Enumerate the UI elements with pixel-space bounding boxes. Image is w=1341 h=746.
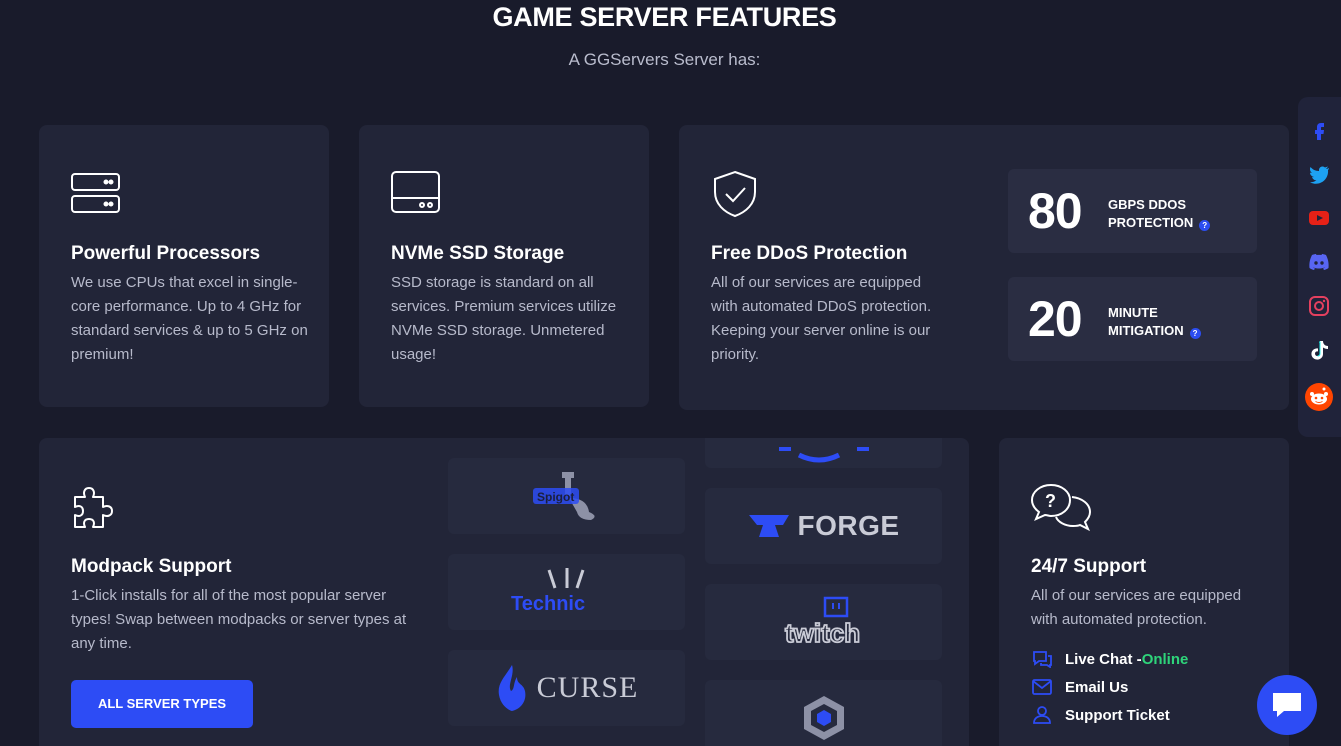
feature-title: Powerful Processors [71,243,261,264]
feature-card-storage: NVMe SSD Storage SSD storage is standard… [359,125,649,407]
chat-bubble-icon [1273,693,1301,717]
feature-title: 24/7 Support [1031,556,1147,577]
stat-label: MINUTE MITIGATION? [1108,304,1201,340]
logo-tile-partial[interactable] [705,438,942,468]
live-chat-launcher[interactable] [1257,675,1317,735]
logo-tile-gdlauncher[interactable] [705,680,942,746]
stat-mitigation: 20 MINUTE MITIGATION? [1008,277,1257,361]
twitch-logo-icon: twitch [784,596,861,649]
youtube-icon[interactable] [1308,207,1330,229]
twitter-icon[interactable] [1308,163,1330,185]
feature-title: NVMe SSD Storage [391,243,565,264]
user-icon [1033,706,1051,724]
puzzle-icon [71,483,121,538]
logo-tile-twitch[interactable]: twitch [705,584,942,660]
feature-card-ddos: Free DDoS Protection All of our services… [679,125,1289,410]
curse-flame-icon [498,665,526,711]
drive-icon [391,170,441,219]
feature-description: All of our services are equipped with au… [1031,587,1242,628]
logo-tile-curse[interactable]: CURSE [448,650,685,726]
stat-number: 80 [1028,183,1083,239]
svg-text:Technic: Technic [511,593,585,615]
svg-text:twitch: twitch [785,618,860,648]
logo-tile-technic[interactable]: Technic [448,554,685,630]
feature-title: Modpack Support [71,556,232,577]
all-server-types-button[interactable]: ALL SERVER TYPES [71,680,253,728]
logo-tile-spigot[interactable]: Spigot [448,458,685,534]
technic-logo-icon: Technic [511,568,585,615]
support-ticket-label: Support Ticket [1065,706,1170,724]
facebook-icon[interactable] [1308,119,1330,141]
reddit-icon[interactable] [1305,383,1333,411]
feature-card-processors: Powerful Processors We use CPUs that exc… [39,125,329,407]
shield-check-icon [711,170,759,223]
spigot-logo-icon: Spigot [532,472,595,520]
help-icon[interactable]: ? [1199,220,1211,231]
feature-description: We use CPUs that excel in single-core pe… [71,274,308,363]
support-ticket-link[interactable]: Support Ticket [1031,706,1170,724]
anvil-icon [749,515,790,537]
svg-text:?: ? [1045,491,1056,511]
feature-card-modpack: Modpack Support 1-Click installs for all… [39,438,969,746]
logo-tile-forge[interactable]: FORGE [705,488,942,564]
stat-number: 20 [1028,291,1083,347]
live-chat-link[interactable]: Live Chat - Online [1031,650,1188,668]
partial-logo-icon [778,447,869,463]
help-icon[interactable]: ? [1189,328,1201,339]
instagram-icon[interactable] [1308,295,1330,317]
feature-card-support: ? 24/7 Support All of our services are e… [999,438,1289,746]
server-icon [71,170,121,219]
forge-logo-text: FORGE [797,510,900,541]
social-sidebar [1298,97,1341,437]
live-chat-label: Live Chat - [1065,650,1142,668]
feature-description: All of our services are equipped with au… [711,274,932,363]
stat-label: GBPS DDOS PROTECTION? [1108,196,1211,232]
stat-ddos-capacity: 80 GBPS DDOS PROTECTION? [1008,169,1257,253]
feature-title: Free DDoS Protection [711,243,908,264]
email-us-link[interactable]: Email Us [1031,678,1128,696]
page-subtitle: A GGServers Server has: [568,50,761,69]
live-chat-status: Online [1141,650,1189,668]
cube-logo-icon [803,696,844,740]
svg-text:Spigot: Spigot [537,490,574,504]
chat-question-icon: ? [1030,483,1093,538]
email-icon [1032,679,1052,695]
tiktok-icon[interactable] [1308,339,1330,361]
feature-description: SSD storage is standard on all services.… [391,274,617,363]
chat-icon [1033,651,1052,668]
curse-logo-text: CURSE [536,671,639,704]
discord-icon[interactable] [1308,251,1330,273]
feature-description: 1-Click installs for all of the most pop… [71,587,407,652]
email-us-label: Email Us [1065,678,1129,696]
page-title: GAME SERVER FEATURES [492,2,837,32]
